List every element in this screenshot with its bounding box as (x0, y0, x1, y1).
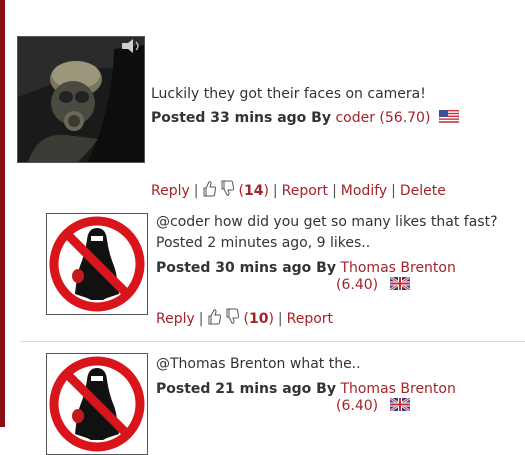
reply-link[interactable]: Reply (156, 311, 195, 327)
separator: | (272, 182, 278, 199)
prohibited-burqa-icon (47, 214, 147, 314)
comment-actions: Reply | (14) | Report | Modify | Delete (151, 180, 450, 201)
reply-link[interactable]: Reply (151, 183, 190, 199)
reply-meta: Posted 30 mins ago By Thomas Brenton (156, 260, 456, 276)
comment-meta: Posted 33 mins ago By coder (56.70) (151, 110, 430, 126)
comment-divider (20, 341, 525, 342)
report-link[interactable]: Report (287, 311, 333, 327)
comment-text: Luckily they got their faces on camera! (151, 86, 426, 102)
author-karma: (6.40) (336, 398, 379, 414)
posted-time: Posted 21 mins ago By (156, 381, 336, 397)
separator: | (277, 310, 283, 327)
delete-link[interactable]: Delete (400, 183, 446, 199)
author-karma: (56.70) (379, 110, 431, 126)
report-link[interactable]: Report (282, 183, 328, 199)
author-link[interactable]: Thomas Brenton (340, 260, 455, 276)
author-link[interactable]: Thomas Brenton (340, 381, 455, 397)
separator: | (198, 310, 204, 327)
thumbs-down-icon[interactable] (226, 308, 240, 329)
left-border-rule (0, 0, 5, 427)
avatar[interactable] (46, 353, 148, 455)
like-count: (14) (238, 182, 269, 199)
us-flag-icon (439, 110, 459, 123)
thumbs-down-icon[interactable] (221, 180, 235, 201)
avatar[interactable] (46, 213, 148, 315)
gas-mask-photo-icon (18, 37, 144, 162)
posted-time: Posted 30 mins ago By (156, 260, 336, 276)
reply-meta: Posted 21 mins ago By Thomas Brenton (156, 381, 456, 397)
reply-actions: Reply | (10) | Report (156, 308, 337, 329)
modify-link[interactable]: Modify (341, 183, 387, 199)
reply-text-line: Posted 2 minutes ago, 9 likes.. (156, 235, 371, 251)
reply-text: @coder how did you get so many likes tha… (156, 214, 498, 230)
reply-text: @Thomas Brenton what the.. (156, 356, 361, 372)
author-link[interactable]: coder (335, 110, 375, 126)
thumbs-up-icon[interactable] (208, 308, 222, 329)
prohibited-burqa-icon (47, 354, 147, 454)
author-karma: (6.40) (336, 277, 379, 293)
like-count: (10) (243, 310, 274, 327)
uk-flag-icon (390, 398, 410, 411)
posted-time: Posted 33 mins ago By (151, 110, 331, 126)
separator: | (193, 182, 199, 199)
uk-flag-icon (390, 277, 410, 290)
separator: | (391, 182, 396, 199)
thumbs-up-icon[interactable] (203, 180, 217, 201)
avatar[interactable] (17, 36, 145, 163)
separator: | (332, 182, 337, 199)
